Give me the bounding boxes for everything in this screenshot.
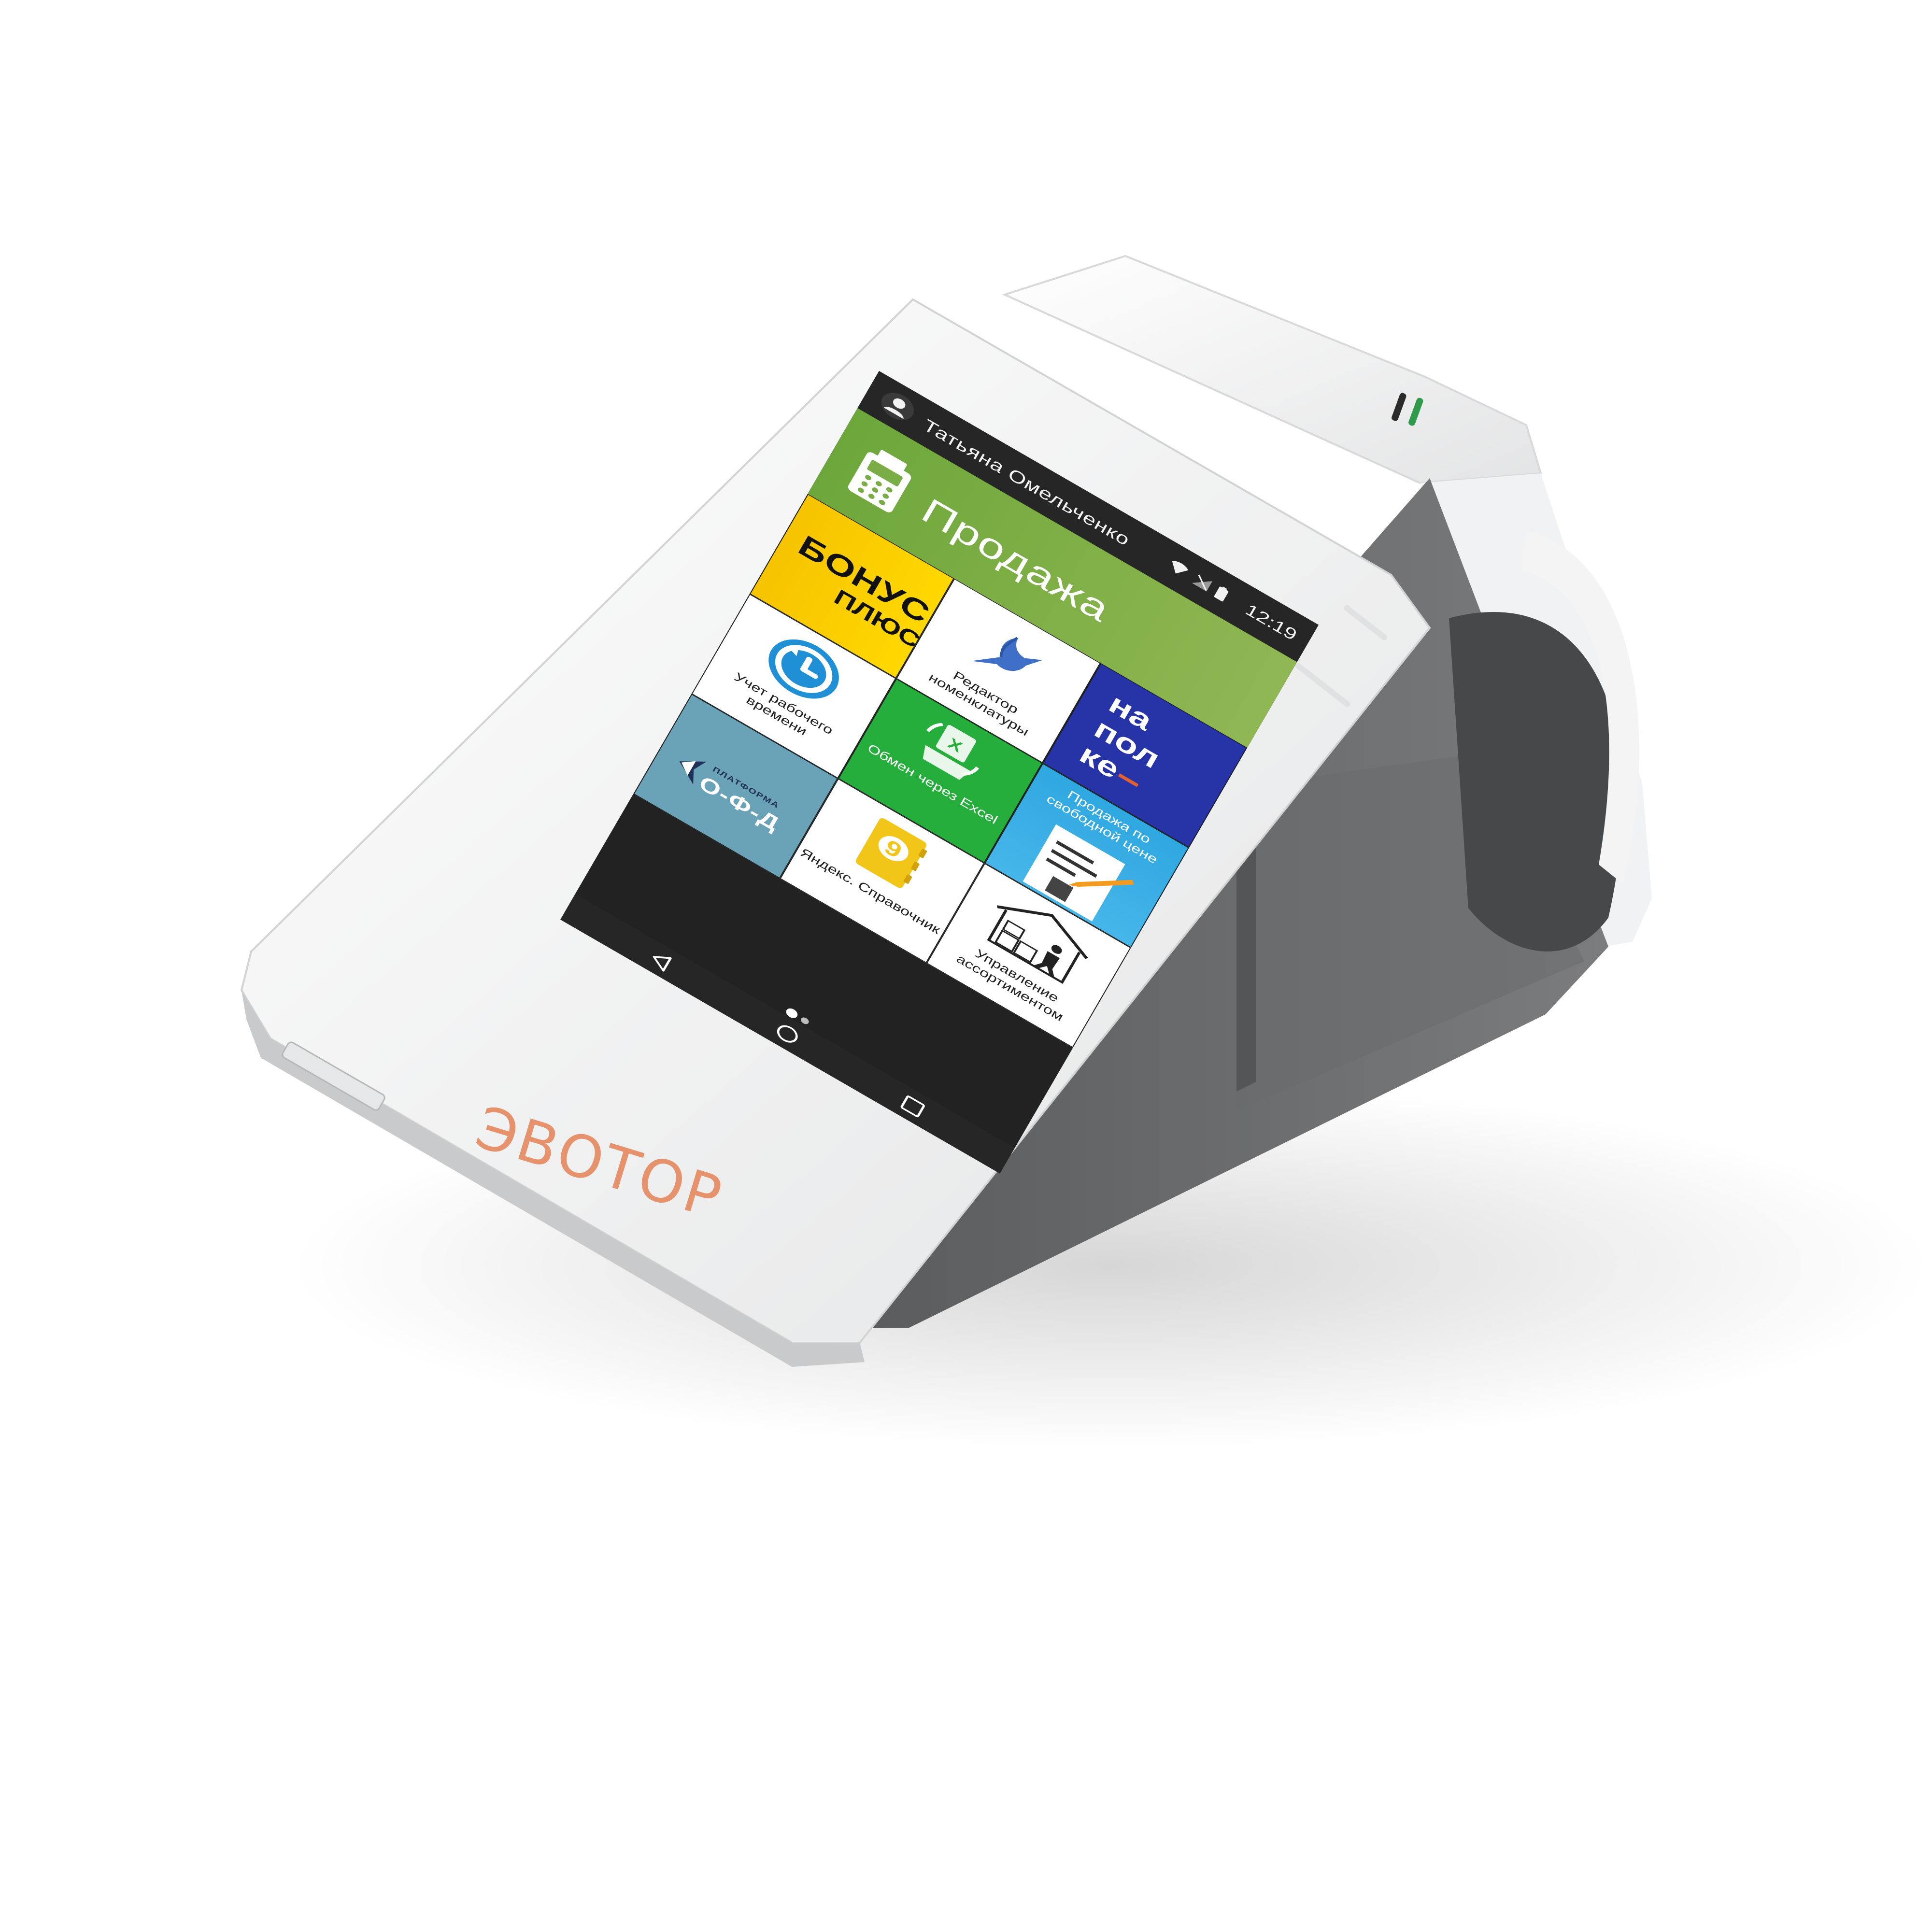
napolke-logo: на пол ке xyxy=(1075,688,1179,799)
cash-terminal-icon xyxy=(848,450,911,512)
recents-icon[interactable] xyxy=(897,1092,929,1121)
battery-icon xyxy=(1214,586,1229,602)
home-icon[interactable] xyxy=(771,1020,803,1049)
user-icon[interactable] xyxy=(876,387,919,426)
back-icon[interactable] xyxy=(644,946,676,975)
wifi-icon xyxy=(1172,561,1189,574)
signal-off-icon xyxy=(1192,574,1213,592)
